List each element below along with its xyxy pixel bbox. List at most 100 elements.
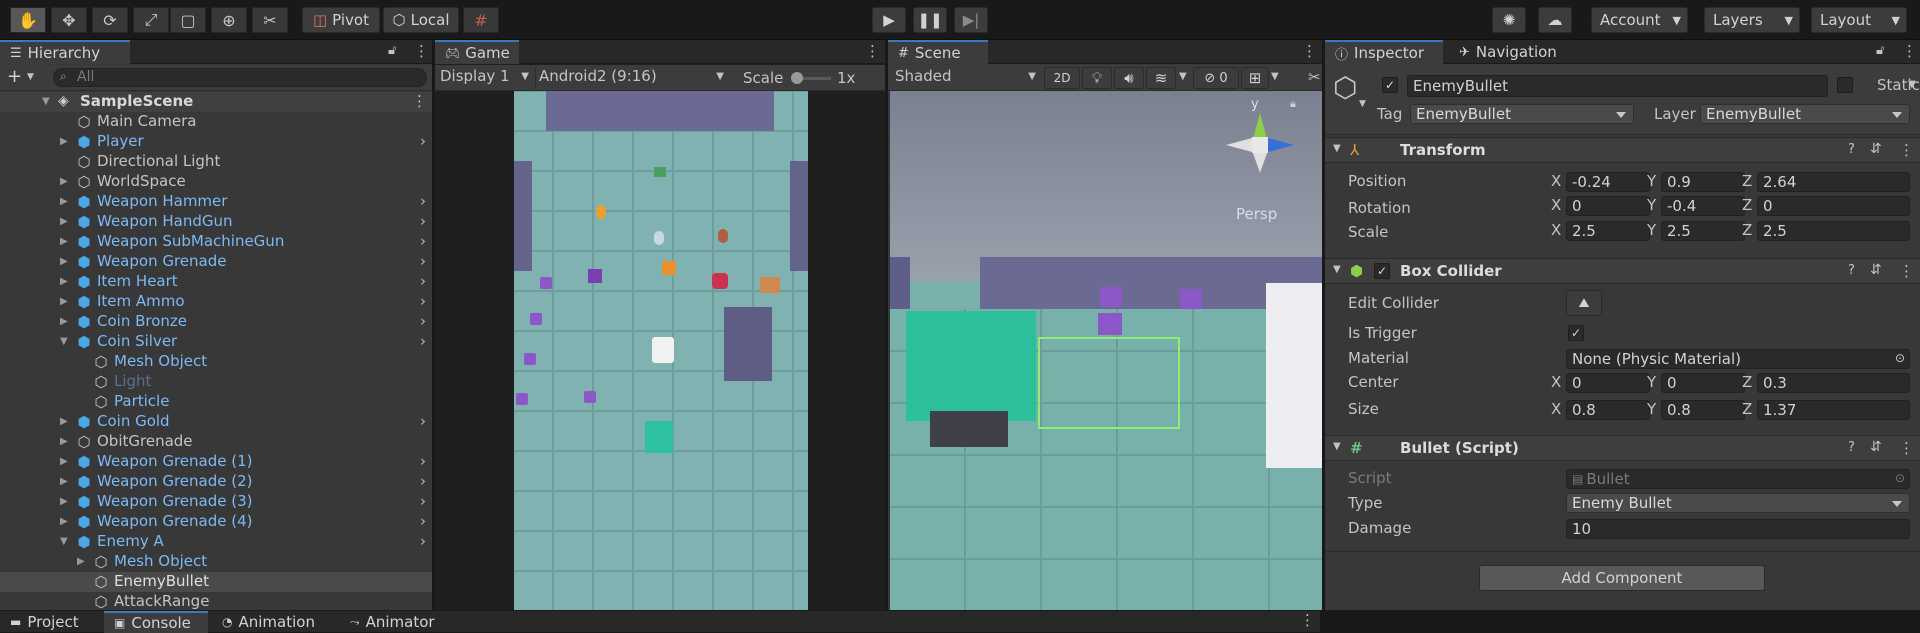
tab-navigation[interactable]: ✈ Navigation (1449, 40, 1569, 64)
hierarchy-item[interactable]: ▶ ⬡ WorldSpace (0, 172, 432, 192)
object-picker-icon[interactable]: ⊙ (1895, 351, 1905, 365)
tab-game[interactable]: 🎮︎ Game (435, 40, 519, 64)
expanded-arrow-icon[interactable]: ▼ (60, 536, 68, 547)
expanded-arrow-icon[interactable]: ▼ (60, 336, 68, 347)
step-button[interactable]: ▶| (954, 7, 988, 33)
collapsed-arrow-icon[interactable]: ▶ (60, 236, 68, 247)
collapsed-arrow-icon[interactable]: ▶ (60, 516, 68, 527)
damage-field[interactable]: 10 (1566, 519, 1910, 539)
local-toggle[interactable]: ⬡ Local (383, 7, 459, 33)
open-prefab-chevron-icon[interactable]: › (420, 272, 426, 290)
display-dropdown[interactable]: Display 1 ▼ (437, 67, 533, 89)
hierarchy-item-selected[interactable]: ⬡ EnemyBullet (0, 572, 432, 592)
open-prefab-chevron-icon[interactable]: › (420, 512, 426, 530)
open-prefab-chevron-icon[interactable]: › (420, 472, 426, 490)
scene-viewport[interactable]: y 🔒︎ Persp (890, 91, 1322, 610)
scale-x-field[interactable]: 2.5 (1566, 221, 1650, 241)
center-x-field[interactable]: 0 (1566, 373, 1650, 393)
hierarchy-item[interactable]: ▶ ⬢ Player › (0, 132, 432, 152)
collapsed-arrow-icon[interactable]: ▶ (60, 416, 68, 427)
more-menu-icon[interactable]: ⋮ (1300, 611, 1315, 629)
edit-collider-button[interactable]: ⛰ (1566, 290, 1602, 316)
scene-tools-icon[interactable]: ⊞ (1241, 67, 1269, 89)
hierarchy-item[interactable]: ▶ ⬡ ObitGrenade (0, 432, 432, 452)
open-prefab-chevron-icon[interactable]: › (420, 132, 426, 150)
account-dropdown[interactable]: Account ▼ (1591, 7, 1688, 33)
scene-row[interactable]: ▼ ◈ SampleScene ⋮ (0, 92, 432, 112)
hierarchy-item[interactable]: ▶ ⬢ Coin Gold › (0, 412, 432, 432)
collapsed-arrow-icon[interactable]: ▶ (60, 136, 68, 147)
bullet-script-header[interactable]: ▼ # Bullet (Script) ? ⇵ ⋮ (1325, 435, 1920, 461)
open-prefab-chevron-icon[interactable]: › (420, 312, 426, 330)
hierarchy-item[interactable]: ▶ ⬢ Weapon HandGun › (0, 212, 432, 232)
rotation-y-field[interactable]: -0.4 (1661, 196, 1745, 216)
collapsed-arrow-icon[interactable]: ▶ (77, 556, 85, 567)
component-enabled-checkbox[interactable]: ✓ (1374, 263, 1390, 279)
tab-scene[interactable]: # Scene (888, 40, 988, 64)
center-z-field[interactable]: 0.3 (1757, 373, 1910, 393)
open-prefab-chevron-icon[interactable]: › (420, 292, 426, 310)
hierarchy-item[interactable]: ▶ ⬢ Weapon Grenade (4) › (0, 512, 432, 532)
more-menu-icon[interactable]: ⋮ (1302, 42, 1317, 60)
more-menu-icon[interactable]: ⋮ (412, 92, 427, 110)
hierarchy-item[interactable]: ▶ ⬢ Weapon SubMachineGun › (0, 232, 432, 252)
hierarchy-item[interactable]: ⬡ Light (0, 372, 432, 392)
more-menu-icon[interactable]: ⋮ (1899, 262, 1914, 280)
collapsed-arrow-icon[interactable]: ▶ (60, 176, 68, 187)
scale-slider[interactable] (791, 72, 831, 84)
transform-header[interactable]: ▼ ⅄ Transform ? ⇵ ⋮ (1325, 137, 1920, 163)
hierarchy-item[interactable]: ▶ ⬢ Weapon Grenade (2) › (0, 472, 432, 492)
tag-dropdown[interactable]: EnemyBullet (1410, 104, 1634, 124)
chevron-down-icon[interactable]: ▼ (1908, 79, 1916, 90)
help-icon[interactable]: ? (1848, 263, 1855, 278)
game-viewport[interactable] (514, 91, 808, 610)
more-menu-icon[interactable]: ⋮ (1902, 42, 1917, 60)
scale-y-field[interactable]: 2.5 (1661, 221, 1745, 241)
size-z-field[interactable]: 1.37 (1757, 400, 1910, 420)
effects-icon[interactable]: ≋ (1146, 67, 1176, 89)
wrench-icon[interactable]: ✂ (1308, 68, 1321, 86)
tab-hierarchy[interactable]: ☰ Hierarchy (0, 40, 130, 64)
expanded-arrow-icon[interactable]: ▼ (1333, 441, 1341, 452)
toggle-2d-button[interactable]: 2D (1044, 67, 1080, 89)
collapsed-arrow-icon[interactable]: ▶ (60, 316, 68, 327)
box-collider-header[interactable]: ▼ ⬢ ✓ Box Collider ? ⇵ ⋮ (1325, 258, 1920, 284)
size-y-field[interactable]: 0.8 (1661, 400, 1745, 420)
expanded-arrow-icon[interactable]: ▼ (42, 96, 50, 107)
more-menu-icon[interactable]: ⋮ (1899, 141, 1914, 159)
position-x-field[interactable]: -0.24 (1566, 172, 1650, 192)
orientation-gizmo[interactable]: y 🔒︎ (1220, 97, 1300, 191)
tab-animation[interactable]: ◔ Animation (212, 611, 340, 633)
collapsed-arrow-icon[interactable]: ▶ (60, 496, 68, 507)
hierarchy-item[interactable]: ⬡ Directional Light (0, 152, 432, 172)
object-name-field[interactable]: EnemyBullet (1407, 75, 1828, 97)
rotation-z-field[interactable]: 0 (1757, 196, 1910, 216)
size-x-field[interactable]: 0.8 (1566, 400, 1650, 420)
preset-icon[interactable]: ⇵ (1870, 141, 1882, 157)
open-prefab-chevron-icon[interactable]: › (420, 232, 426, 250)
more-menu-icon[interactable]: ⋮ (1899, 439, 1914, 457)
hierarchy-item[interactable]: ▶ ⬢ Weapon Grenade › (0, 252, 432, 272)
tab-animator[interactable]: ⤳ Animator (340, 611, 464, 633)
type-dropdown[interactable]: Enemy Bullet (1566, 493, 1910, 513)
more-menu-icon[interactable]: ⋮ (414, 42, 429, 60)
lock-icon[interactable]: 🔒︎ (1290, 97, 1296, 111)
resolution-dropdown[interactable]: Android2 (9:16) ▼ (535, 67, 729, 89)
hierarchy-search[interactable]: ⌕ All (53, 68, 427, 87)
chevron-down-icon[interactable]: ▼ (1179, 71, 1187, 82)
hierarchy-item[interactable]: ⬡ Particle (0, 392, 432, 412)
collapsed-arrow-icon[interactable]: ▶ (60, 216, 68, 227)
collab-icon[interactable]: ✺ (1492, 7, 1526, 33)
preset-icon[interactable]: ⇵ (1870, 439, 1882, 455)
gameobject-cube-icon[interactable]: ⬡ (1333, 71, 1357, 104)
tab-inspector[interactable]: ⓘ Inspector (1325, 40, 1443, 64)
layers-dropdown[interactable]: Layers ▼ (1704, 7, 1800, 33)
center-y-field[interactable]: 0 (1661, 373, 1745, 393)
lock-icon[interactable]: 🔓︎ (1876, 43, 1884, 58)
hierarchy-item[interactable]: ▼ ⬢ Coin Silver › (0, 332, 432, 352)
hierarchy-item[interactable]: ▶ ⬢ Weapon Grenade (1) › (0, 452, 432, 472)
open-prefab-chevron-icon[interactable]: › (420, 532, 426, 550)
help-icon[interactable]: ? (1848, 440, 1855, 455)
collapsed-arrow-icon[interactable]: ▶ (60, 276, 68, 287)
collapsed-arrow-icon[interactable]: ▶ (60, 196, 68, 207)
